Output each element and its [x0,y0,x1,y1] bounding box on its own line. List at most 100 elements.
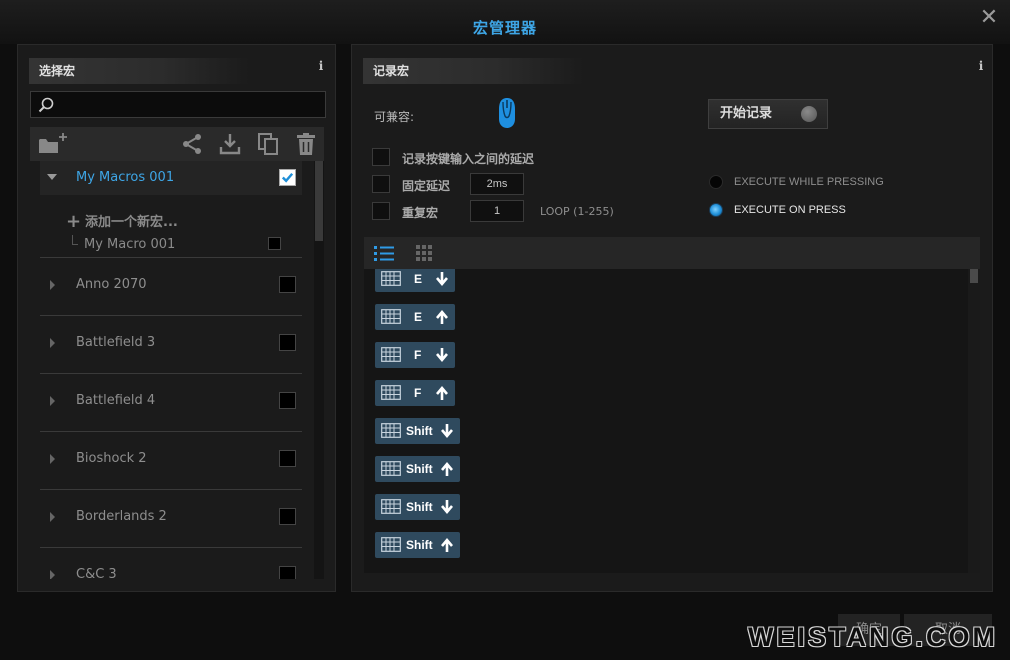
left-info-icon[interactable]: i [316,59,326,73]
fixed-delay-input[interactable] [470,173,524,195]
compat-label: 可兼容: [374,110,415,124]
game-label: C&C 3 [76,567,117,579]
macro-group-label: My Macros 001 [76,170,175,185]
key-event-down[interactable]: E [375,269,455,292]
execute-while-pressing-label: EXECUTE WHILE PRESSING [734,176,884,188]
execute-while-pressing-radio[interactable] [709,175,723,189]
game-label: Borderlands 2 [76,509,167,524]
repeat-macro-checkbox[interactable] [372,202,390,220]
game-row[interactable]: Anno 2070 [40,257,302,313]
game-row[interactable]: Borderlands 2 [40,489,302,545]
key-name: Shift [406,462,433,476]
key-event-up[interactable]: Shift [375,532,460,558]
game-label: Anno 2070 [76,277,147,292]
keyboard-icon [381,347,401,362]
game-label: Battlefield 4 [76,393,156,408]
expand-arrow-icon[interactable] [50,570,55,579]
repeat-count-input[interactable] [470,200,524,222]
game-checkbox[interactable] [279,508,296,525]
right-panel-title: 记录宏 [363,58,583,84]
mouse-icon [499,98,515,128]
search-box [30,91,326,118]
add-new-macro-button[interactable]: + 添加一个新宏... [66,211,178,232]
keyboard-icon [381,271,401,286]
key-name: E [414,272,423,286]
keyboard-icon [381,309,401,324]
search-icon [38,97,54,113]
key-name: F [414,386,422,400]
watermark-logo: WEISTANG.COM [748,622,998,652]
list-view-icon[interactable] [373,243,395,263]
expand-arrow-icon[interactable] [47,174,57,180]
key-event-down[interactable]: Shift [375,494,460,520]
expand-arrow-icon[interactable] [50,512,55,522]
game-checkbox[interactable] [279,450,296,467]
grid-view-icon[interactable] [414,243,436,263]
game-checkbox[interactable] [279,276,296,293]
game-checkbox[interactable] [279,392,296,409]
arrow-up-icon [436,309,448,324]
key-event-up[interactable]: E [375,304,455,330]
start-record-button[interactable]: 开始记录 [708,99,828,129]
macro-events-panel: E E F F Shift Shift Shift Shift [364,237,980,573]
new-folder-icon[interactable] [38,132,70,156]
start-record-label: 开始记录 [720,106,773,121]
expand-arrow-icon[interactable] [50,280,55,290]
events-scrollbar[interactable] [968,269,980,573]
events-toolbar [364,237,980,269]
arrow-down-icon [441,424,453,439]
tree-connector [72,235,78,245]
record-delay-checkbox[interactable] [372,148,390,166]
scroll-thumb[interactable] [315,161,323,241]
macro-group-row[interactable]: My Macros 001 [40,161,302,195]
arrow-up-icon [436,385,448,400]
key-event-up[interactable]: F [375,380,455,406]
loop-range-label: LOOP (1-255) [540,205,614,218]
download-icon[interactable] [218,132,242,156]
execute-on-press-radio[interactable] [709,203,723,217]
expand-arrow-icon[interactable] [50,454,55,464]
game-checkbox[interactable] [279,566,296,579]
copy-icon[interactable] [256,132,280,156]
macro-item-checkbox[interactable] [268,237,281,250]
keyboard-icon [381,461,401,476]
game-row[interactable]: C&C 3 [40,547,302,579]
scroll-thumb[interactable] [970,269,978,283]
macro-select-panel: 选择宏 i My Macros 001 + 添加一个新宏... My Macro… [17,44,336,592]
macro-group-checkbox[interactable] [279,169,296,186]
fixed-delay-label: 固定延迟 [402,179,451,193]
macro-item[interactable]: My Macro 001 [72,235,312,255]
fixed-delay-checkbox[interactable] [372,175,390,193]
expand-arrow-icon[interactable] [50,396,55,406]
share-icon[interactable] [180,132,204,156]
macro-toolbar [30,127,324,161]
keyboard-icon [381,499,401,514]
game-row[interactable]: Battlefield 4 [40,373,302,429]
add-new-macro-label: 添加一个新宏... [85,215,178,230]
checkmark-icon [281,172,294,183]
expand-arrow-icon[interactable] [50,338,55,348]
keyboard-icon [381,385,401,400]
macro-list-scrollbar[interactable] [314,161,324,579]
right-info-icon[interactable]: i [976,59,986,73]
game-checkbox[interactable] [279,334,296,351]
plus-icon: + [66,211,82,232]
key-event-down[interactable]: F [375,342,455,368]
game-row[interactable]: Bioshock 2 [40,431,302,487]
record-delay-label: 记录按键输入之间的延迟 [402,152,535,166]
game-label: Bioshock 2 [76,451,147,466]
trash-icon[interactable] [294,132,318,156]
macro-events-list: E E F F Shift Shift Shift Shift [364,269,968,573]
left-panel-title: 选择宏 [29,58,249,84]
execute-on-press-label: EXECUTE ON PRESS [734,204,846,216]
key-event-up[interactable]: Shift [375,456,460,482]
game-row[interactable]: Battlefield 3 [40,315,302,371]
search-input[interactable] [57,92,321,117]
arrow-up-icon [441,537,453,552]
key-name: Shift [406,500,433,514]
key-event-down[interactable]: Shift [375,418,460,444]
keyboard-icon [381,537,401,552]
arrow-down-icon [436,272,448,287]
repeat-macro-label: 重复宏 [402,206,439,220]
close-button[interactable]: ✕ [978,6,1000,30]
